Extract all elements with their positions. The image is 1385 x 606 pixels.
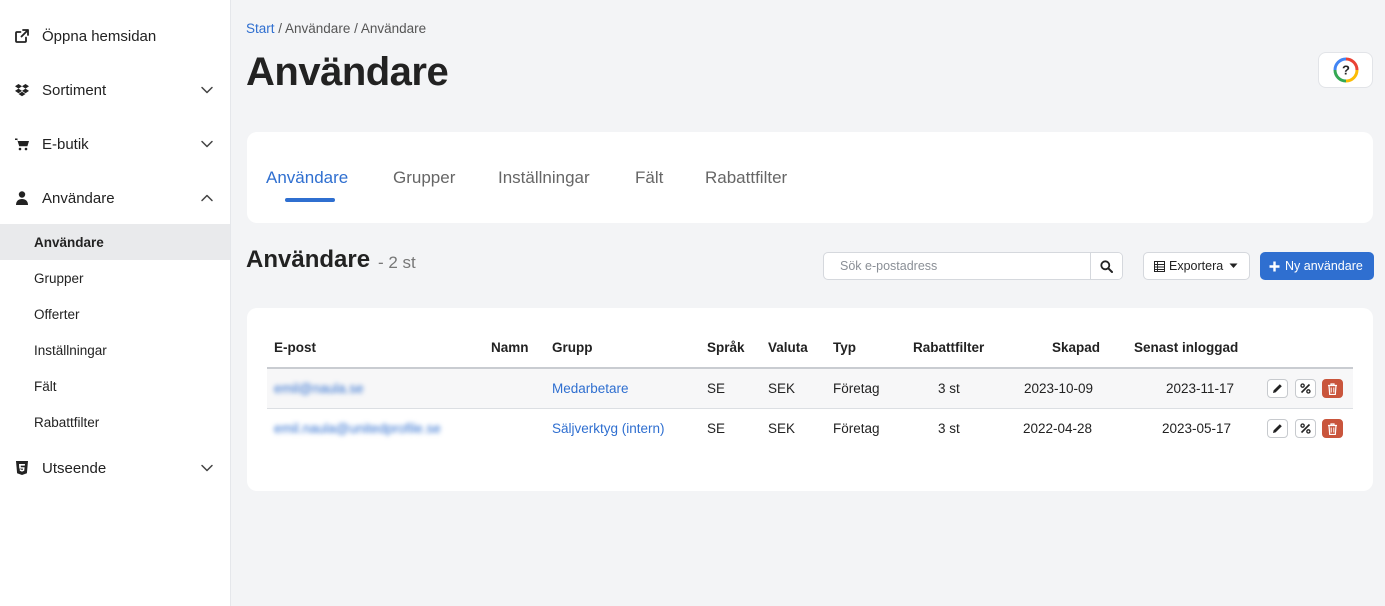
sidebar-item-anvandare[interactable]: Användare bbox=[0, 180, 230, 216]
sidebar-subitem-falt[interactable]: Fält bbox=[0, 368, 230, 404]
sidebar-subitem-label: Fält bbox=[34, 378, 57, 394]
sidebar-subitem-rabattfilter[interactable]: Rabattfilter bbox=[0, 404, 230, 440]
search-input[interactable] bbox=[824, 253, 1090, 279]
tab-falt[interactable]: Fält bbox=[635, 168, 663, 188]
currency-cell: SEK bbox=[768, 381, 796, 396]
column-header-type[interactable]: Typ bbox=[833, 340, 856, 355]
sidebar-item-ebutik[interactable]: E-butik bbox=[0, 126, 230, 162]
users-table: E-post Namn Grupp Språk Valuta Typ Rabat… bbox=[247, 308, 1373, 491]
export-label: Exportera bbox=[1169, 259, 1224, 273]
search-box bbox=[823, 252, 1123, 280]
sidebar-subitem-offerter[interactable]: Offerter bbox=[0, 296, 230, 332]
column-header-language[interactable]: Språk bbox=[707, 340, 745, 355]
breadcrumb: Start / Användare / Användare bbox=[246, 21, 426, 36]
discount-filter-cell: 3 st bbox=[938, 381, 960, 396]
delete-button[interactable] bbox=[1322, 419, 1343, 438]
chevron-up-icon bbox=[201, 194, 213, 202]
search-icon bbox=[1100, 259, 1113, 273]
new-user-button[interactable]: Ny användare bbox=[1260, 252, 1374, 280]
discount-button[interactable] bbox=[1295, 379, 1316, 398]
export-button[interactable]: Exportera bbox=[1143, 252, 1250, 280]
sidebar-subitem-label: Grupper bbox=[34, 270, 84, 286]
svg-text:?: ? bbox=[1342, 63, 1350, 78]
discount-filter-cell: 3 st bbox=[938, 421, 960, 436]
sidebar-item-label: Utseende bbox=[42, 459, 107, 477]
language-cell: SE bbox=[707, 381, 726, 396]
trash-icon bbox=[1328, 382, 1337, 395]
delete-button[interactable] bbox=[1322, 379, 1343, 398]
column-header-last-login[interactable]: Senast inloggad bbox=[1134, 340, 1238, 355]
trash-icon bbox=[1328, 422, 1337, 435]
edit-button[interactable] bbox=[1267, 379, 1288, 398]
tabs-card: Användare Grupper Inställningar Fält Rab… bbox=[247, 132, 1373, 223]
new-user-label: Ny användare bbox=[1285, 259, 1363, 273]
caret-down-icon bbox=[1229, 263, 1238, 268]
sidebar-subitem-label: Offerter bbox=[34, 306, 80, 322]
sidebar-item-open-site[interactable]: Öppna hemsidan bbox=[0, 18, 230, 54]
percent-icon bbox=[1300, 383, 1311, 394]
group-link[interactable]: Säljverktyg (intern) bbox=[552, 421, 665, 436]
chevron-down-icon bbox=[201, 86, 213, 94]
edit-button[interactable] bbox=[1267, 419, 1288, 438]
language-cell: SE bbox=[707, 421, 726, 436]
search-button[interactable] bbox=[1090, 253, 1122, 279]
sidebar-item-label: Användare bbox=[42, 189, 115, 207]
sidebar-subitem-label: Rabattfilter bbox=[34, 414, 100, 430]
help-button[interactable]: ? bbox=[1318, 52, 1373, 88]
help-icon: ? bbox=[1333, 57, 1358, 83]
column-header-group[interactable]: Grupp bbox=[552, 340, 593, 355]
sidebar-subitem-label: Inställningar bbox=[34, 342, 107, 358]
tab-grupper[interactable]: Grupper bbox=[393, 168, 455, 188]
section-title: Användare bbox=[246, 246, 371, 273]
dropbox-icon bbox=[14, 82, 30, 98]
table-icon bbox=[1154, 260, 1165, 272]
pencil-icon bbox=[1273, 384, 1282, 393]
tab-rabattfilter[interactable]: Rabattfilter bbox=[705, 168, 787, 188]
discount-button[interactable] bbox=[1295, 419, 1316, 438]
percent-icon bbox=[1300, 423, 1311, 434]
html5-icon bbox=[14, 460, 30, 476]
sidebar-item-label: Sortiment bbox=[42, 81, 107, 99]
sidebar-subitem-anvandare[interactable]: Användare bbox=[0, 224, 230, 260]
user-icon bbox=[14, 190, 30, 206]
column-header-name[interactable]: Namn bbox=[491, 340, 529, 355]
table-row: emil.naula@unitedprofile.se Säljverktyg … bbox=[267, 409, 1353, 449]
currency-cell: SEK bbox=[768, 421, 796, 436]
column-header-discount-filter[interactable]: Rabattfilter bbox=[913, 340, 984, 355]
breadcrumb-rest: / Användare / Användare bbox=[274, 21, 427, 36]
sidebar-item-label: Öppna hemsidan bbox=[42, 27, 157, 45]
sidebar: Öppna hemsidan Sortiment E-butik Använda… bbox=[0, 0, 231, 606]
last-login-cell: 2023-11-17 bbox=[1166, 381, 1235, 396]
table-row: emil@naula.se Medarbetare SE SEK Företag… bbox=[267, 369, 1353, 409]
active-tab-indicator bbox=[285, 198, 335, 202]
sidebar-item-label: E-butik bbox=[42, 135, 89, 153]
chevron-down-icon bbox=[201, 464, 213, 472]
pencil-icon bbox=[1273, 424, 1282, 433]
chevron-down-icon bbox=[201, 140, 213, 148]
page-title: Användare bbox=[246, 50, 449, 94]
last-login-cell: 2023-05-17 bbox=[1162, 421, 1232, 436]
created-cell: 2022-04-28 bbox=[1023, 421, 1093, 436]
email-link[interactable]: emil.naula@unitedprofile.se bbox=[274, 421, 441, 436]
sidebar-item-utseende[interactable]: Utseende bbox=[0, 450, 230, 486]
section-count: - 2 st bbox=[378, 253, 416, 272]
column-header-email[interactable]: E-post bbox=[274, 340, 316, 355]
sidebar-subitem-label: Användare bbox=[34, 234, 104, 250]
column-header-currency[interactable]: Valuta bbox=[768, 340, 808, 355]
type-cell: Företag bbox=[833, 421, 880, 436]
tab-installningar[interactable]: Inställningar bbox=[498, 168, 590, 188]
type-cell: Företag bbox=[833, 381, 880, 396]
plus-icon bbox=[1269, 261, 1280, 271]
email-link[interactable]: emil@naula.se bbox=[274, 381, 364, 396]
sidebar-subitem-grupper[interactable]: Grupper bbox=[0, 260, 230, 296]
sidebar-subitem-installningar[interactable]: Inställningar bbox=[0, 332, 230, 368]
sidebar-item-sortiment[interactable]: Sortiment bbox=[0, 72, 230, 108]
cart-icon bbox=[14, 136, 30, 152]
breadcrumb-start-link[interactable]: Start bbox=[246, 21, 275, 36]
external-link-icon bbox=[14, 28, 30, 44]
group-link[interactable]: Medarbetare bbox=[552, 381, 629, 396]
tab-anvandare[interactable]: Användare bbox=[266, 168, 348, 188]
column-header-created[interactable]: Skapad bbox=[1052, 340, 1100, 355]
created-cell: 2023-10-09 bbox=[1024, 381, 1094, 396]
